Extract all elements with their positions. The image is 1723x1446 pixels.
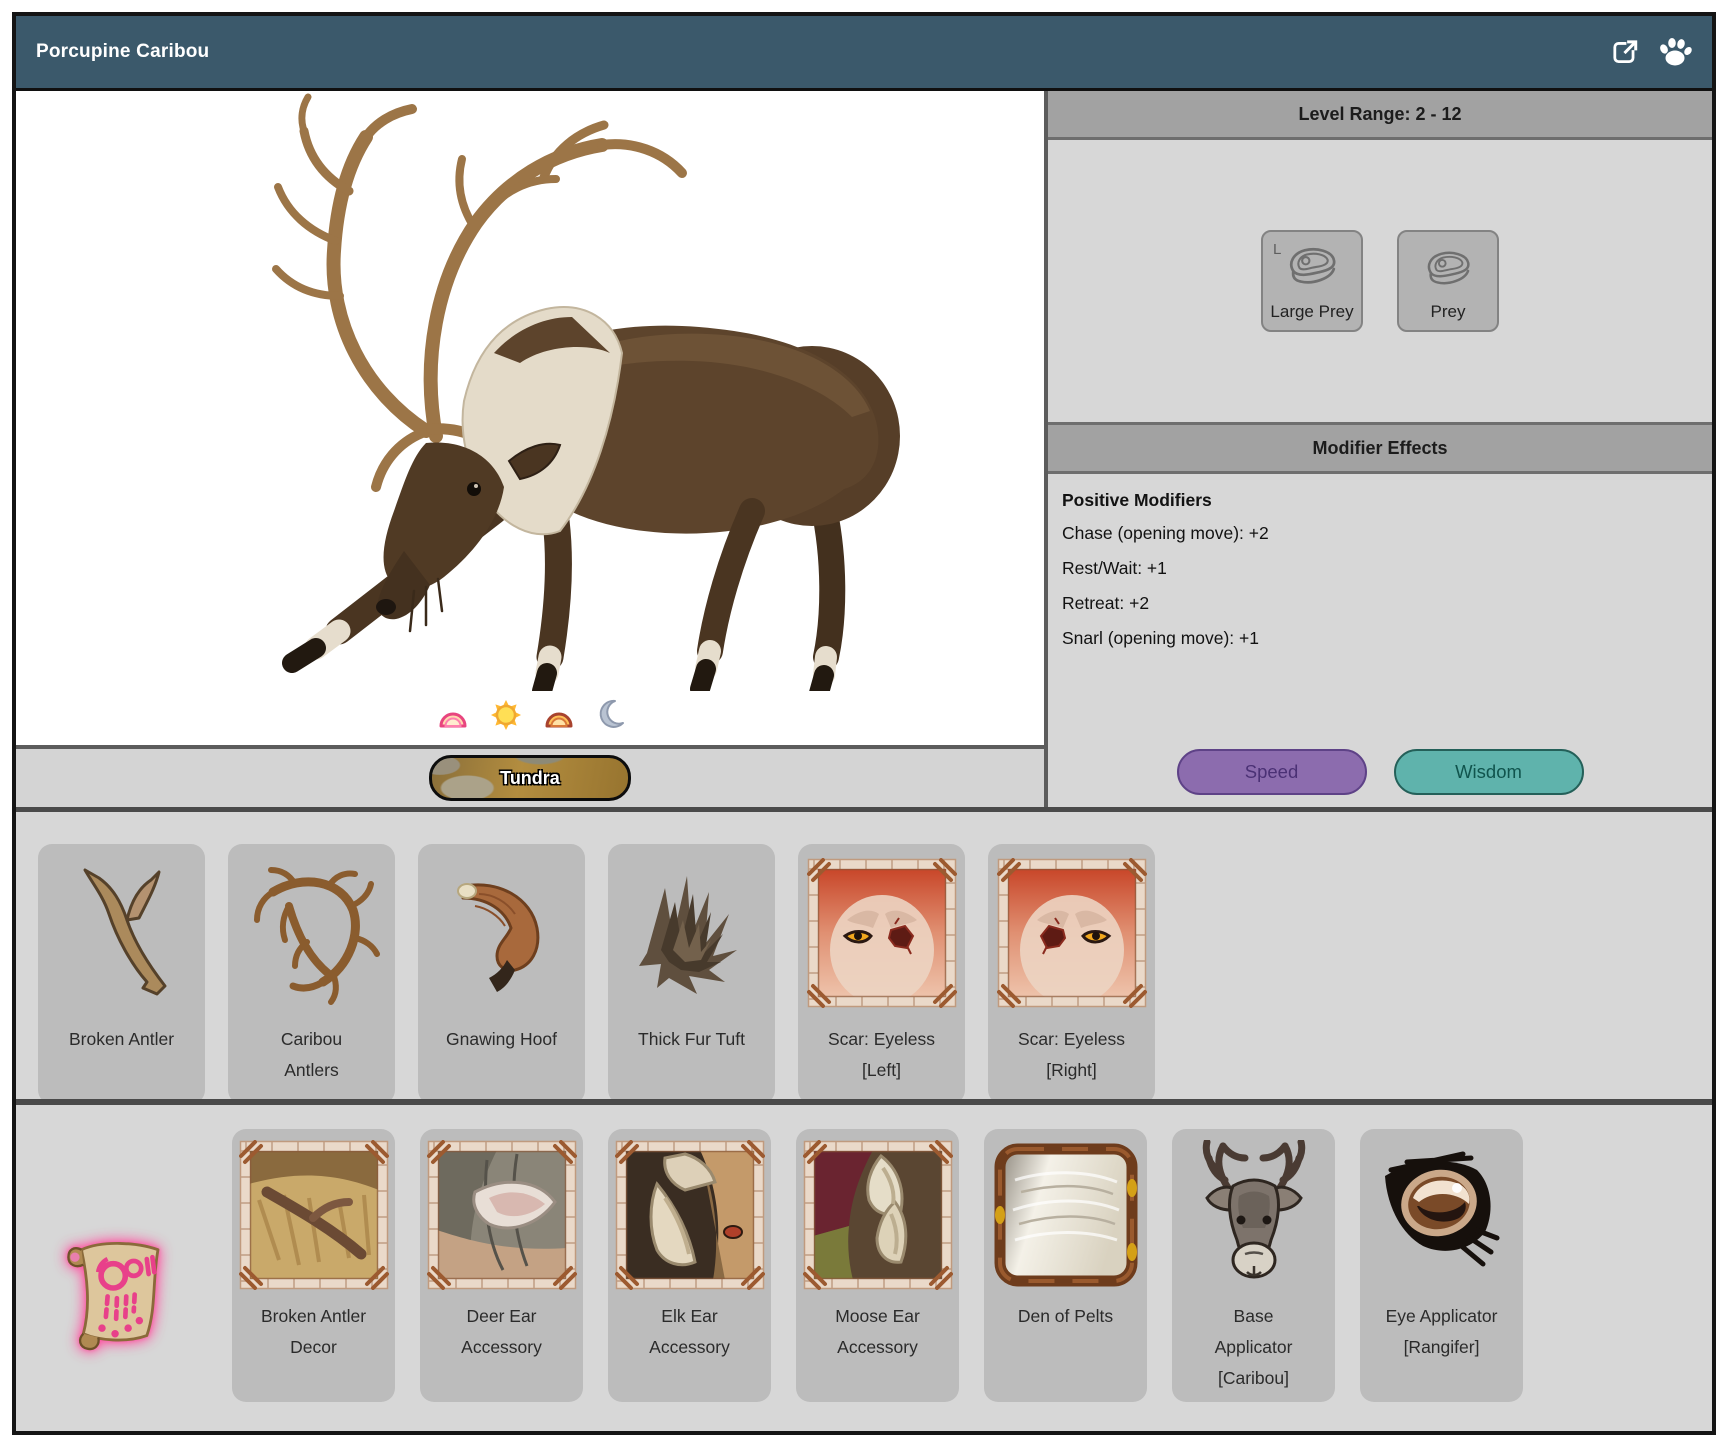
sun-icon xyxy=(491,700,521,730)
prey-size-area: L Large Prey Prey xyxy=(1048,140,1712,422)
item-card-den-of-pelts[interactable]: Den of Pelts xyxy=(984,1129,1147,1402)
caribou-antlers-image xyxy=(237,852,387,1014)
moon-icon xyxy=(599,699,624,728)
wisdom-stat-button[interactable]: Wisdom xyxy=(1393,749,1584,795)
biome-bar: Tundra xyxy=(16,745,1044,807)
base-applicator-image xyxy=(1179,1139,1329,1291)
modifier-list: Positive Modifiers Chase (opening move):… xyxy=(1048,474,1712,749)
right-panel: Level Range: 2 - 12 L Large Prey Prey Mo… xyxy=(1044,91,1712,807)
stat-buttons-row: Speed Wisdom xyxy=(1048,749,1712,807)
item-card-base-applicator-caribou[interactable]: Base Applicator [Caribou] xyxy=(1172,1129,1335,1402)
speed-stat-button[interactable]: Speed xyxy=(1176,749,1367,795)
modifier-effects-body: Positive Modifiers Chase (opening move):… xyxy=(1048,474,1712,807)
prey-icon-wrap xyxy=(1423,249,1473,296)
page-title: Porcupine Caribou xyxy=(36,41,210,62)
den-of-pelts-image xyxy=(991,1139,1141,1291)
large-prey-icon-wrap: L xyxy=(1273,241,1339,296)
item-card-scar-eyeless-right[interactable]: Scar: Eyeless [Right] xyxy=(988,844,1155,1104)
biome-label: Tundra xyxy=(500,767,560,788)
item-label: Den of Pelts xyxy=(1017,1306,1114,1326)
broken-antler-image xyxy=(47,852,197,1014)
item-label: Moose Ear Accessory xyxy=(835,1306,920,1357)
eye-applicator-image xyxy=(1367,1139,1517,1291)
external-link-icon[interactable] xyxy=(1610,37,1640,67)
positive-modifiers-title: Positive Modifiers xyxy=(1062,490,1212,510)
broken-antler-decor-image xyxy=(239,1139,389,1291)
item-card-moose-ear-accessory[interactable]: Moose Ear Accessory xyxy=(796,1129,959,1402)
main-panels: Tundra Level Range: 2 - 12 L Large Prey xyxy=(16,91,1712,807)
modifier-line: Snarl (opening move): +1 xyxy=(1062,628,1259,648)
caribou-illustration xyxy=(272,93,900,691)
title-bar-actions xyxy=(1610,37,1692,67)
level-range-text: Level Range: 2 - 12 xyxy=(1298,103,1462,124)
item-card-thick-fur-tuft[interactable]: Thick Fur Tuft xyxy=(608,844,775,1104)
moose-ear-accessory-image xyxy=(803,1139,953,1291)
modifier-line: Retreat: +2 xyxy=(1062,593,1150,613)
item-card-caribou-antlers[interactable]: Caribou Antlers xyxy=(228,844,395,1104)
item-card-broken-antler[interactable]: Broken Antler xyxy=(38,844,205,1104)
large-prey-button[interactable]: L Large Prey xyxy=(1261,230,1363,332)
modifier-line: Rest/Wait: +1 xyxy=(1062,558,1167,578)
item-label: Gnawing Hoof xyxy=(446,1029,557,1049)
item-label: Thick Fur Tuft xyxy=(638,1029,745,1049)
item-card-scar-eyeless-left[interactable]: Scar: Eyeless [Left] xyxy=(798,844,965,1104)
item-label: Scar: Eyeless [Left] xyxy=(828,1029,935,1080)
prey-label: Prey xyxy=(1430,302,1466,321)
modifier-line: Chase (opening move): +2 xyxy=(1062,523,1269,543)
decor-row: Broken Antler Decor Deer Ear Accessory E… xyxy=(16,1099,1712,1431)
left-panel: Tundra xyxy=(16,91,1044,807)
paw-icon[interactable] xyxy=(1658,37,1692,67)
scar-eyeless-right-image xyxy=(997,852,1147,1014)
npc-image-area xyxy=(16,91,1044,745)
scar-eyeless-left-image xyxy=(807,852,957,1014)
item-label: Base Applicator [Caribou] xyxy=(1214,1306,1293,1388)
recipe-scroll-icon[interactable] xyxy=(46,1213,186,1431)
item-label: Deer Ear Accessory xyxy=(461,1306,542,1357)
item-label: Scar: Eyeless [Right] xyxy=(1018,1029,1125,1080)
speed-label: Speed xyxy=(1244,761,1299,782)
wisdom-label: Wisdom xyxy=(1455,761,1522,782)
item-label: Caribou Antlers xyxy=(280,1029,343,1080)
sunrise-icon xyxy=(439,712,467,728)
encounter-window: Porcupine Caribou Tundra Level Range: 2 … xyxy=(12,12,1716,1435)
large-prey-badge: L xyxy=(1273,241,1282,258)
active-times-row xyxy=(16,699,1044,731)
sunset-icon xyxy=(545,712,573,728)
steak-icon xyxy=(1289,247,1336,284)
drops-row: Broken Antler Caribou Antlers Gnawing Ho… xyxy=(16,807,1712,1104)
prey-button[interactable]: Prey xyxy=(1397,230,1499,332)
thick-fur-tuft-image xyxy=(617,852,767,1014)
item-card-gnawing-hoof[interactable]: Gnawing Hoof xyxy=(418,844,585,1104)
steak-icon xyxy=(1427,251,1470,285)
level-range-header: Level Range: 2 - 12 xyxy=(1048,91,1712,140)
item-label: Elk Ear Accessory xyxy=(649,1306,730,1357)
modifier-effects-text: Modifier Effects xyxy=(1312,437,1448,458)
modifier-effects-header: Modifier Effects xyxy=(1048,422,1712,474)
deer-ear-accessory-image xyxy=(427,1139,577,1291)
item-label: Eye Applicator [Rangifer] xyxy=(1385,1306,1498,1357)
item-card-elk-ear-accessory[interactable]: Elk Ear Accessory xyxy=(608,1129,771,1402)
item-label: Broken Antler Decor xyxy=(260,1306,367,1357)
decor-cards: Broken Antler Decor Deer Ear Accessory E… xyxy=(232,1129,1523,1431)
title-bar: Porcupine Caribou xyxy=(16,16,1712,91)
large-prey-label: Large Prey xyxy=(1270,302,1354,321)
elk-ear-accessory-image xyxy=(615,1139,765,1291)
item-card-eye-applicator-rangifer[interactable]: Eye Applicator [Rangifer] xyxy=(1360,1129,1523,1402)
biome-button-tundra[interactable]: Tundra xyxy=(429,755,631,801)
item-card-broken-antler-decor[interactable]: Broken Antler Decor xyxy=(232,1129,395,1402)
item-card-deer-ear-accessory[interactable]: Deer Ear Accessory xyxy=(420,1129,583,1402)
item-label: Broken Antler xyxy=(68,1029,175,1049)
gnawing-hoof-image xyxy=(427,852,577,1014)
